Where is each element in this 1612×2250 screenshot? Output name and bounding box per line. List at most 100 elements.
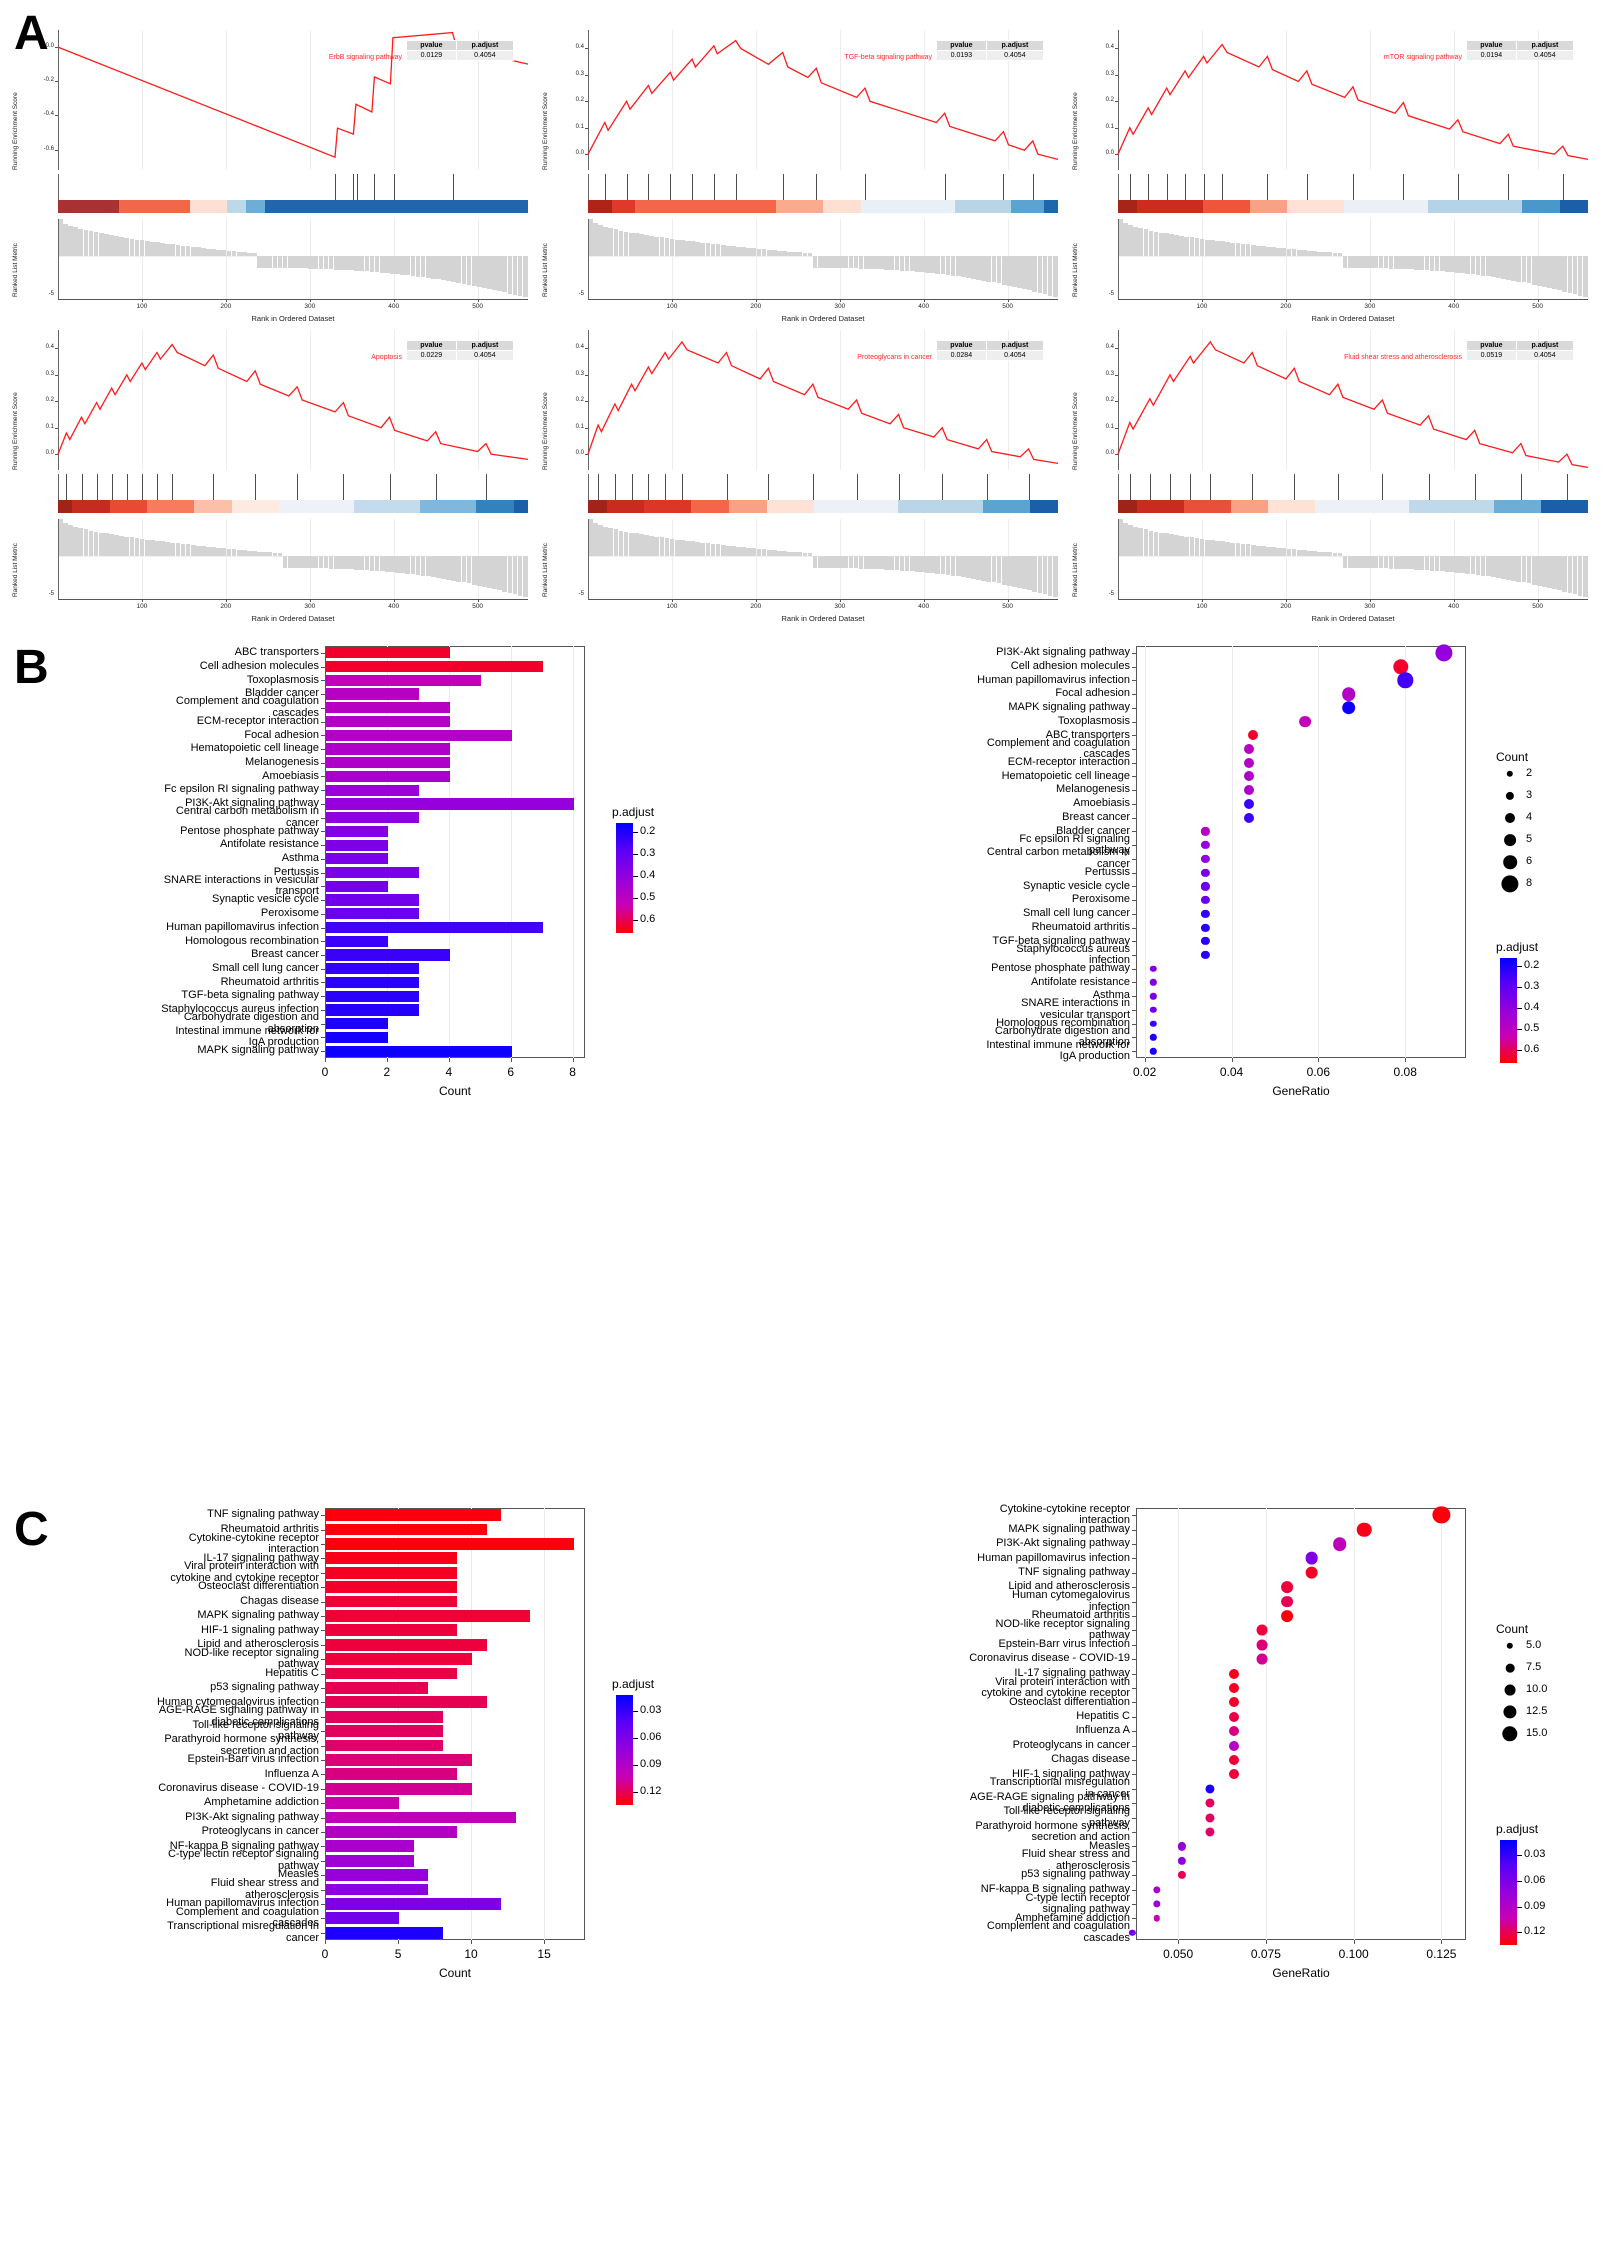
legend-size-label: 2 bbox=[1526, 767, 1533, 779]
legend-size-label: 8 bbox=[1526, 877, 1533, 889]
gsea-metric-bar bbox=[1521, 555, 1527, 583]
bar-chart-y-tick bbox=[321, 1529, 325, 1531]
gsea-metric-bar bbox=[1032, 555, 1038, 592]
bar-chart-bar bbox=[326, 1624, 458, 1637]
gsea-stats-value-pvalue: 0.0193 bbox=[936, 50, 987, 61]
dot-plot-x-tick-label: 0.04 bbox=[1219, 1065, 1244, 1079]
gsea-metric-bar bbox=[221, 250, 227, 256]
gsea-metric-bar bbox=[1485, 255, 1491, 277]
bar-chart-y-tick bbox=[321, 1860, 325, 1862]
gsea-gene-hit-tick bbox=[812, 474, 814, 500]
gsea-metric-bar bbox=[129, 238, 135, 256]
gsea-metric-bar bbox=[710, 243, 716, 256]
gsea-metric-bar bbox=[1037, 555, 1043, 594]
gsea-metric-bar bbox=[155, 242, 160, 256]
gsea-metric-bar bbox=[1393, 255, 1399, 269]
gsea-gene-hit-tick bbox=[452, 174, 454, 200]
gsea-metric-bar bbox=[1373, 255, 1379, 269]
gsea-metric-bar bbox=[782, 551, 787, 556]
gsea-metric-bar bbox=[1047, 555, 1053, 596]
gsea-colorbar-segment bbox=[58, 200, 120, 213]
gsea-x-tick bbox=[1369, 599, 1371, 602]
bar-chart-bar bbox=[326, 660, 543, 673]
dot-plot-point bbox=[1341, 687, 1356, 701]
gsea-metric-bar bbox=[93, 232, 99, 256]
bar-chart-bar bbox=[326, 729, 512, 741]
dot-plot-y-tick bbox=[1132, 817, 1136, 819]
gsea-metric-bar bbox=[410, 555, 416, 575]
bar-chart-y-tick bbox=[321, 652, 325, 654]
bar-chart-bar bbox=[326, 1898, 502, 1910]
gsea-metric-bar bbox=[1006, 555, 1012, 586]
bar-chart-y-tick bbox=[321, 1889, 325, 1891]
bar-chart-bar bbox=[326, 1754, 473, 1766]
gsea-metric-bar bbox=[1301, 250, 1307, 256]
gsea-metric-bar bbox=[1245, 544, 1251, 556]
gsea-metric-bar bbox=[1531, 255, 1537, 285]
legend-tick bbox=[1517, 1932, 1522, 1934]
legend-tick bbox=[633, 831, 638, 833]
dot-plot-point bbox=[1229, 1755, 1240, 1765]
gsea-metric-bar bbox=[436, 255, 441, 280]
gsea-x-tick-label: 200 bbox=[750, 603, 762, 610]
gsea-metric-bar bbox=[139, 538, 145, 556]
gsea-metric-bar bbox=[1490, 555, 1496, 578]
gsea-colorbar-segment bbox=[354, 500, 420, 513]
gsea-metric-bar bbox=[1404, 555, 1409, 570]
gsea-colorbar-segment bbox=[72, 500, 110, 513]
gsea-metric-bar bbox=[925, 255, 930, 273]
legend-size-label: 6 bbox=[1526, 855, 1533, 867]
bar-chart-y-tick bbox=[321, 735, 325, 737]
gsea-metric-bar bbox=[1271, 247, 1276, 256]
gsea-metric-bar bbox=[430, 255, 436, 279]
gsea-metric-bar bbox=[1032, 255, 1038, 292]
dot-plot-y-tick bbox=[1132, 707, 1136, 709]
gsea-metric-bar bbox=[889, 555, 895, 570]
bar-chart-category-label: Chagas disease bbox=[240, 1594, 319, 1607]
gsea-colorbar-segment bbox=[982, 500, 1030, 513]
gsea-metric-bar bbox=[1414, 555, 1419, 570]
gsea-metric-bar bbox=[1572, 255, 1578, 295]
gsea-metric-bar bbox=[848, 555, 854, 569]
gsea-metric-bar bbox=[1337, 553, 1343, 556]
bar-chart-y-tick bbox=[321, 927, 325, 929]
dot-plot-x-tick-label: 0.125 bbox=[1426, 1947, 1457, 1961]
gsea-gene-hit-tick bbox=[735, 174, 737, 200]
gsea-metric-bar bbox=[945, 555, 951, 576]
gsea-metric-bar bbox=[690, 541, 695, 556]
gsea-x-tick bbox=[1453, 599, 1455, 602]
gsea-x-axis-line bbox=[58, 599, 528, 600]
legend-tick bbox=[633, 853, 638, 855]
gsea-metric-bar bbox=[1276, 547, 1282, 556]
gsea-gene-hit-tick bbox=[1129, 174, 1131, 200]
gsea-metric-bar bbox=[277, 255, 283, 269]
gsea-metric-bar bbox=[410, 255, 416, 276]
gsea-metric-bar bbox=[879, 555, 884, 570]
gsea-metric-bar bbox=[966, 255, 971, 279]
gsea-gene-hit-tick bbox=[865, 174, 866, 200]
gsea-metric-bar bbox=[149, 540, 155, 556]
dot-plot-y-tick bbox=[1132, 886, 1136, 888]
legend-tick bbox=[633, 875, 638, 877]
gsea-metric-bar bbox=[909, 255, 915, 272]
gsea-x-tick bbox=[309, 299, 311, 302]
gsea-metric-bar bbox=[83, 529, 89, 556]
gsea-stats-value-pvalue: 0.0129 bbox=[406, 50, 457, 61]
gsea-metric-bar bbox=[894, 255, 900, 271]
gsea-metric-bar bbox=[369, 555, 375, 571]
gsea-metric-bar bbox=[328, 255, 334, 270]
gsea-gene-hit-tick bbox=[1203, 174, 1205, 200]
gsea-metric-bar bbox=[1301, 550, 1307, 556]
bar-chart-bar bbox=[326, 1523, 487, 1536]
legend-tick-label: 0.09 bbox=[1524, 1899, 1546, 1912]
gsea-x-tick-label: 400 bbox=[1448, 603, 1460, 610]
gsea-metric-bar bbox=[1353, 555, 1358, 569]
bar-chart-bar bbox=[326, 935, 388, 947]
gsea-metric-bar bbox=[374, 255, 380, 273]
gsea-colorbar-segment bbox=[1202, 200, 1250, 213]
gsea-gene-hit-tick bbox=[356, 174, 358, 200]
legend-tick bbox=[633, 1737, 638, 1739]
gsea-rank-colorbar bbox=[588, 200, 1058, 213]
gsea-metric-bar bbox=[103, 533, 109, 556]
gsea-metric-bar bbox=[1347, 555, 1353, 569]
